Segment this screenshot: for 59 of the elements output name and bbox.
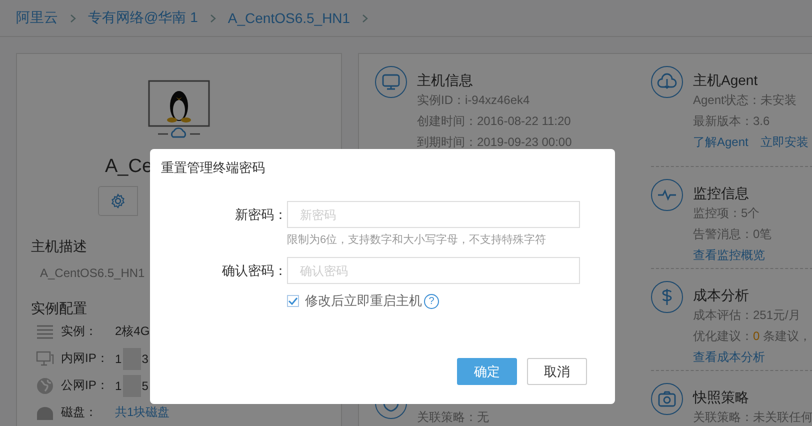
camera-icon bbox=[651, 382, 683, 415]
pulse-icon bbox=[651, 178, 683, 210]
dollar-icon bbox=[651, 280, 683, 313]
cloud-icon bbox=[651, 66, 683, 98]
checkbox-label: 修改后立即重启主机 bbox=[305, 292, 422, 310]
info-link[interactable]: 了解Agent bbox=[693, 132, 748, 153]
globe-icon bbox=[35, 376, 55, 394]
ip-value-start: 1 bbox=[115, 352, 122, 366]
breadcrumb-link[interactable]: 专有网络@华南 1 bbox=[88, 9, 198, 27]
monitor-icon bbox=[375, 66, 407, 98]
cancel-button[interactable]: 取消 bbox=[527, 358, 587, 385]
confirm-button[interactable]: 确定 bbox=[457, 358, 517, 385]
chevron-icon bbox=[362, 14, 368, 22]
config-label: 公网IP： bbox=[61, 377, 110, 394]
info-text: 告警消息：0笔 bbox=[693, 226, 772, 242]
info-text: 到期时间：2019-09-23 00:00 bbox=[417, 134, 572, 151]
chevron-icon bbox=[70, 14, 76, 22]
config-label: 内网IP： bbox=[61, 350, 110, 367]
breadcrumb-link[interactable]: A_CentOS6.5_HN1 bbox=[228, 10, 350, 26]
info-text: 创建时间：2016-08-22 11:20 bbox=[417, 113, 572, 130]
config-label: 实例： bbox=[61, 323, 98, 340]
info-link[interactable]: 查看监控概览 bbox=[693, 244, 765, 266]
info-text: 监控项：5个 bbox=[693, 204, 761, 222]
host-description: A_CentOS6.5_HN1 bbox=[40, 266, 145, 280]
settings-icon bbox=[110, 193, 126, 209]
host-name: A_Ce bbox=[105, 156, 153, 178]
section-title: 实例配置 bbox=[31, 300, 87, 318]
section-title: 监控信息 bbox=[693, 184, 750, 202]
computer-icon bbox=[35, 351, 55, 366]
ip-value-end: 3 bbox=[142, 352, 148, 366]
info-text: Agent状态：未安装 bbox=[693, 92, 798, 109]
field-label: 确认密码： bbox=[221, 262, 287, 280]
ip-value-start: 1 bbox=[115, 378, 122, 392]
section-title: 主机描述 bbox=[31, 238, 87, 256]
settings-button[interactable] bbox=[98, 186, 138, 216]
info-text: 关联策略：无 bbox=[417, 409, 489, 426]
checkbox[interactable] bbox=[287, 295, 299, 307]
info-text: 实例ID：i-94xz46ek4 bbox=[417, 92, 531, 109]
config-label: 磁盘： bbox=[61, 404, 98, 421]
section-title: 快照策略 bbox=[693, 388, 750, 407]
section-title: 主机Agent bbox=[693, 71, 759, 90]
config-value: 2核4G bbox=[115, 323, 150, 340]
dialog-title: 重置管理终端密码 bbox=[161, 159, 266, 177]
breadcrumb-link[interactable]: 阿里云 bbox=[16, 9, 58, 27]
info-text: 优化建议：0 条建议， bbox=[693, 328, 812, 345]
section-title: 主机信息 bbox=[417, 71, 474, 90]
info-link[interactable]: 立即安装 bbox=[760, 132, 808, 153]
disk-link[interactable]: 共1块磁盘 bbox=[115, 404, 170, 421]
chevron-icon bbox=[210, 14, 216, 22]
field-label: 新密码： bbox=[234, 206, 287, 224]
linux-server-drawing bbox=[148, 80, 210, 140]
section-title: 成本分析 bbox=[693, 286, 750, 305]
info-text: 成本评估：251元/月 bbox=[693, 306, 802, 324]
info-link[interactable]: 查看成本分析 bbox=[693, 346, 765, 368]
help-icon[interactable]: ? bbox=[424, 294, 439, 308]
ip-value-end: 5 bbox=[142, 378, 148, 392]
field-hint: 限制为6位，支持数字和大小写字母，不支持特殊字符 bbox=[287, 232, 548, 247]
info-text: 最新版本：3.6 bbox=[693, 113, 771, 130]
server-icon bbox=[35, 324, 55, 338]
